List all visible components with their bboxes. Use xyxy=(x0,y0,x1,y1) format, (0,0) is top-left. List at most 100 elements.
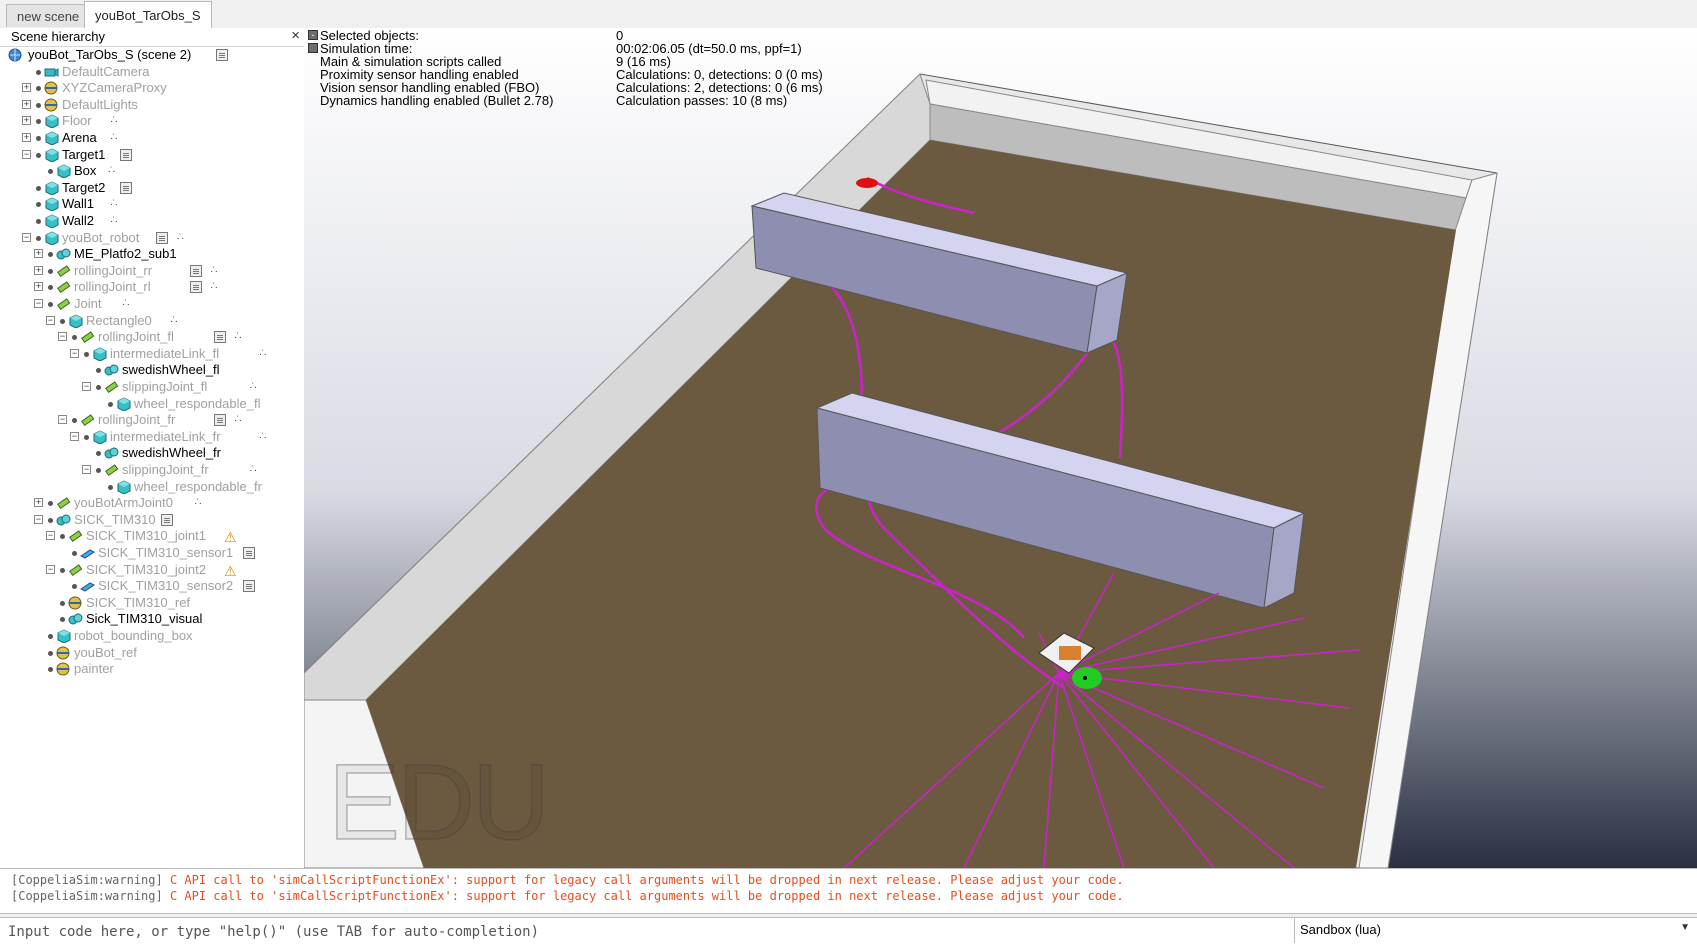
collapse-icon[interactable]: − xyxy=(70,431,79,441)
tree-item-label: robot_bounding_box xyxy=(74,628,193,643)
visibility-dot-icon xyxy=(36,235,41,241)
tab-youbot-tarobs[interactable]: youBot_TarObs_S xyxy=(84,1,212,28)
tree-item-label: SICK_TIM310_sensor1 xyxy=(98,545,234,560)
collapse-icon[interactable]: − xyxy=(34,514,43,524)
collapse-icon[interactable]: − xyxy=(70,348,79,358)
tree-item[interactable]: + ME_Platfo2_sub1 xyxy=(0,245,304,263)
expand-icon[interactable]: + xyxy=(34,498,43,508)
script-icon[interactable] xyxy=(242,580,255,593)
tab-new-scene[interactable]: new scene xyxy=(6,4,91,27)
tree-item[interactable]: Wall2 ·˙· xyxy=(0,212,304,230)
collapse-icon[interactable]: − xyxy=(82,465,91,474)
tree-item[interactable]: − intermediateLink_fr ·˙· xyxy=(0,428,304,446)
tree-item[interactable]: Target2 xyxy=(0,179,304,197)
collapse-icon[interactable]: − xyxy=(22,232,31,242)
tree-item[interactable]: − rollingJoint_fr ·˙· xyxy=(0,411,304,429)
visibility-dot-icon xyxy=(60,567,65,573)
tree-item[interactable]: + XYZCameraProxy xyxy=(0,79,304,97)
expand-icon[interactable]: + xyxy=(34,265,43,275)
expand-icon[interactable]: + xyxy=(34,282,43,292)
script-icon[interactable] xyxy=(190,281,202,294)
tree-item[interactable]: − SICK_TIM310 xyxy=(0,511,304,529)
tree-item[interactable]: youBot_TarObs_S (scene 2) xyxy=(0,46,304,64)
expand-icon[interactable]: + xyxy=(22,133,31,142)
close-icon[interactable]: × xyxy=(291,28,300,44)
expand-icon[interactable]: + xyxy=(22,83,31,93)
collapse-icon[interactable]: − xyxy=(82,382,91,391)
tree-item[interactable]: Wall1 ·˙· xyxy=(0,195,304,213)
tree-item-label: Floor xyxy=(62,113,92,129)
vision-sensor-icon xyxy=(80,546,95,560)
tree-item[interactable]: wheel_respondable_fl xyxy=(0,395,304,413)
visibility-dot-icon xyxy=(48,667,53,673)
script-icon[interactable] xyxy=(161,513,174,526)
collapse-icon[interactable]: − xyxy=(46,531,55,541)
console-prefix: [CoppeliaSim:warning] xyxy=(11,873,163,887)
tree-item-label: rollingJoint_rr xyxy=(74,262,153,278)
collapse-icon[interactable]: − xyxy=(58,415,67,425)
tree-item[interactable]: − SICK_TIM310_joint2 ⚠ xyxy=(0,561,304,579)
script-icon[interactable] xyxy=(214,414,226,427)
info-toggle-icon[interactable]: - xyxy=(308,30,318,40)
collapse-icon[interactable]: − xyxy=(22,149,31,159)
tree-item[interactable]: − intermediateLink_fl ·˙· xyxy=(0,345,304,363)
tree-item[interactable]: + rollingJoint_rl ·˙· xyxy=(0,278,304,296)
tree-item[interactable]: DefaultCamera xyxy=(0,63,304,81)
tree-item[interactable]: robot_bounding_box xyxy=(0,627,304,645)
info-toggle-icon[interactable] xyxy=(308,43,318,53)
shape-icon xyxy=(44,131,59,146)
tree-item[interactable]: swedishWheel_fl xyxy=(0,361,304,379)
compound-shape-icon xyxy=(56,513,71,527)
script-icon[interactable] xyxy=(190,264,202,277)
tree-item[interactable]: − Target1 xyxy=(0,146,304,164)
tree-item[interactable]: − SICK_TIM310_joint1 ⚠ xyxy=(0,527,304,545)
tree-item[interactable]: swedishWheel_fr xyxy=(0,444,304,462)
tree-item[interactable]: + DefaultLights xyxy=(0,96,304,114)
tree-item-label: SICK_TIM310 xyxy=(74,511,156,527)
tree-item-label: ME_Platfo2_sub1 xyxy=(74,246,177,262)
tree-item[interactable]: − rollingJoint_fl ·˙· xyxy=(0,328,304,346)
script-icon[interactable] xyxy=(214,331,226,344)
expand-icon[interactable]: + xyxy=(22,116,31,126)
tree-item[interactable]: SICK_TIM310_ref xyxy=(0,594,304,612)
tree-item[interactable]: + Arena ·˙· xyxy=(0,129,304,147)
visibility-dot-icon xyxy=(96,385,101,390)
tree-item[interactable]: wheel_respondable_fr xyxy=(0,478,304,496)
script-icon[interactable] xyxy=(242,547,255,559)
visibility-dot-icon xyxy=(48,252,53,258)
visibility-dot-icon xyxy=(36,219,41,224)
collapse-icon[interactable]: − xyxy=(58,332,67,342)
simulation-info-overlay: - Selected objects: 0 Simulation time: 00:02… xyxy=(304,28,864,118)
script-icon[interactable] xyxy=(120,181,133,194)
tree-item[interactable]: + youBotArmJoint0 ·˙· xyxy=(0,494,304,512)
tree-item-label: intermediateLink_fl xyxy=(110,345,220,361)
tree-item[interactable]: painter xyxy=(0,660,304,678)
tree-item[interactable]: + rollingJoint_rr ·˙· xyxy=(0,262,304,280)
code-input[interactable] xyxy=(6,920,1294,944)
visibility-dot-icon xyxy=(36,152,41,158)
tree-item[interactable]: − Rectangle0 ·˙· xyxy=(0,312,304,330)
sandbox-select[interactable]: Sandbox (lua) ▼ xyxy=(1294,918,1697,943)
joint-icon xyxy=(104,380,119,394)
expand-icon[interactable]: + xyxy=(34,249,43,259)
tree-item[interactable]: Box ·˙· xyxy=(0,162,304,180)
tree-item[interactable]: − Joint ·˙· xyxy=(0,295,304,313)
tree-item[interactable]: − slippingJoint_fl ·˙· xyxy=(0,378,304,396)
tree-item[interactable]: SICK_TIM310_sensor2 xyxy=(0,577,304,595)
collapse-icon[interactable]: − xyxy=(46,564,55,574)
script-icon[interactable] xyxy=(120,148,133,161)
tree-item[interactable]: Sick_TIM310_visual xyxy=(0,610,304,628)
visibility-dot-icon xyxy=(72,551,77,556)
tree-item[interactable]: + Floor ·˙· xyxy=(0,112,304,130)
script-icon[interactable] xyxy=(216,49,228,61)
tree-item[interactable]: SICK_TIM310_sensor1 xyxy=(0,544,304,562)
tree-item[interactable]: youBot_ref xyxy=(0,644,304,662)
tree-item[interactable]: − youBot_robot ·˙· xyxy=(0,229,304,247)
visibility-dot-icon xyxy=(72,335,77,341)
tree-item[interactable]: − slippingJoint_fr ·˙· xyxy=(0,461,304,479)
collapse-icon[interactable]: − xyxy=(34,299,43,308)
collapse-icon[interactable]: − xyxy=(46,315,55,325)
expand-icon[interactable]: + xyxy=(22,99,31,109)
script-icon[interactable] xyxy=(156,231,169,244)
visibility-dot-icon xyxy=(108,484,113,490)
